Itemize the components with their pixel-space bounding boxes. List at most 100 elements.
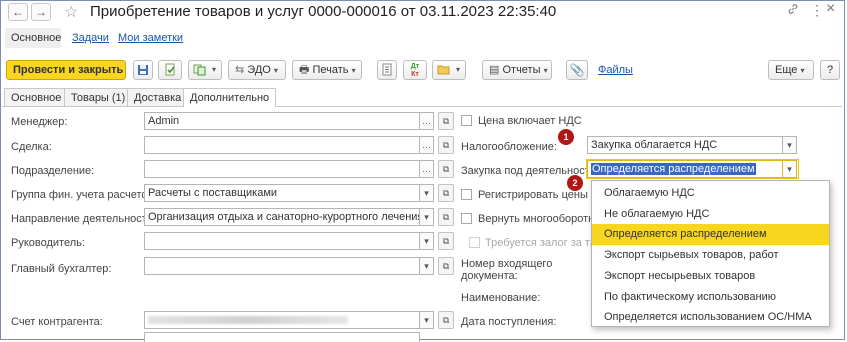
- department-open-button[interactable]: ⧉: [438, 160, 454, 178]
- register-prices-label: Регистрировать цены пос: [478, 189, 609, 201]
- return-reusable-label: Вернуть многооборотнук: [478, 213, 605, 225]
- more-label: Еще: [775, 64, 798, 76]
- activity-direction-open-button[interactable]: ⧉: [438, 208, 454, 226]
- dropdown-item-fixed-assets-use[interactable]: Определяется использованием ОС/НМА: [592, 307, 829, 328]
- link-icon[interactable]: [787, 3, 799, 18]
- reports-icon: ▤: [489, 64, 500, 76]
- head-field[interactable]: [144, 232, 420, 250]
- deal-field[interactable]: [144, 136, 420, 154]
- attachments-button[interactable]: 📎: [566, 60, 588, 80]
- counterparty-account-select-button[interactable]: ▾: [420, 311, 434, 329]
- register-prices-checkbox[interactable]: [461, 189, 472, 200]
- name-label: Наименование:: [461, 292, 541, 304]
- activity-direction-field[interactable]: Организация отдыха и санаторно-курортног…: [144, 208, 420, 226]
- activity-dropdown-list: Облагаемую НДС Не облагаемую НДС Определ…: [591, 180, 830, 327]
- back-button[interactable]: ←: [8, 3, 28, 21]
- more-button[interactable]: Еще ▾: [768, 60, 814, 80]
- taxation-select-button[interactable]: ▾: [783, 136, 797, 154]
- tabs-baseline: [2, 106, 842, 107]
- dropdown-item-by-distribution[interactable]: Определяется распределением: [592, 224, 829, 245]
- post-document-icon: [165, 63, 175, 76]
- fin-group-label: Группа фин. учета расчетов:: [11, 189, 157, 201]
- blurred-account-value: [148, 316, 348, 324]
- dt-kt-button[interactable]: Дт Кт: [403, 60, 427, 80]
- tab-additional[interactable]: Дополнительно: [183, 88, 277, 107]
- top-tab-notes[interactable]: Мои заметки: [118, 32, 183, 44]
- fin-group-open-button[interactable]: ⧉: [438, 184, 454, 202]
- activity-select-button[interactable]: ▾: [783, 160, 797, 178]
- printer-icon: 🖶: [299, 64, 310, 76]
- taxation-field[interactable]: Закупка облагается НДС: [587, 136, 783, 154]
- edo-button[interactable]: ⇆ ЭДО ▾: [228, 60, 286, 80]
- create-based-icon: [193, 64, 206, 76]
- incoming-number-label: Номер входящего документа:: [461, 258, 553, 282]
- files-link[interactable]: Файлы: [598, 64, 633, 76]
- deposit-required-label: Требуется залог за тару: [485, 237, 608, 249]
- deal-open-button[interactable]: ⧉: [438, 136, 454, 154]
- fin-group-field[interactable]: Расчеты с поставщиками: [144, 184, 420, 202]
- next-field-partial: [144, 332, 420, 342]
- tab-delivery[interactable]: Доставка: [127, 88, 189, 106]
- manager-select-button[interactable]: …: [420, 112, 434, 130]
- dt-kt-icon: Дт Кт: [410, 63, 420, 78]
- department-select-button[interactable]: …: [420, 160, 434, 178]
- manager-open-button[interactable]: ⧉: [438, 112, 454, 130]
- document-structure-button[interactable]: [377, 60, 397, 80]
- top-tab-main[interactable]: Основное: [11, 32, 61, 44]
- forward-button[interactable]: →: [31, 3, 51, 21]
- help-button[interactable]: ?: [820, 60, 840, 80]
- save-button[interactable]: [133, 60, 153, 80]
- print-button[interactable]: 🖶 Печать ▾: [292, 60, 362, 80]
- activity-field[interactable]: Определяется распределением: [587, 160, 783, 178]
- chevron-down-icon: ▾: [351, 66, 356, 75]
- top-tab-tasks[interactable]: Задачи: [72, 32, 109, 44]
- counterparty-account-open-button[interactable]: ⧉: [438, 311, 454, 329]
- paperclip-icon: 📎: [569, 63, 585, 77]
- favorite-star-icon[interactable]: ☆: [64, 2, 78, 22]
- chief-accountant-open-button[interactable]: ⧉: [438, 257, 454, 275]
- manager-label: Менеджер:: [11, 116, 68, 128]
- dropdown-item-non-taxable[interactable]: Не облагаемую НДС: [592, 204, 829, 225]
- price-includes-vat-checkbox[interactable]: [461, 115, 472, 126]
- edo-label: ЭДО: [247, 64, 271, 76]
- head-open-button[interactable]: ⧉: [438, 232, 454, 250]
- taxation-label: Налогообложение:: [461, 141, 557, 153]
- close-icon[interactable]: ×: [826, 0, 835, 18]
- dropdown-item-export-non-raw[interactable]: Экспорт несырьевых товаров: [592, 266, 829, 287]
- create-based-on-button[interactable]: ▾: [188, 60, 222, 80]
- post-button[interactable]: [158, 60, 182, 80]
- head-select-button[interactable]: ▾: [420, 232, 434, 250]
- deal-select-button[interactable]: …: [420, 136, 434, 154]
- activity-direction-label: Направление деятельности:: [11, 213, 157, 225]
- more-menu-icon[interactable]: ⋮: [810, 2, 824, 19]
- chief-accountant-label: Главный бухгалтер:: [11, 263, 112, 275]
- dropdown-item-actual-use[interactable]: По фактическому использованию: [592, 287, 829, 308]
- chevron-down-icon: ▾: [456, 65, 461, 74]
- chief-accountant-select-button[interactable]: ▾: [420, 257, 434, 275]
- chevron-down-icon: ▾: [273, 66, 278, 75]
- reports-label: Отчеты: [502, 64, 541, 76]
- department-field[interactable]: [144, 160, 420, 178]
- receipt-date-label: Дата поступления:: [461, 316, 557, 328]
- counterparty-account-label: Счет контрагента:: [11, 316, 103, 328]
- dropdown-item-export-raw[interactable]: Экспорт сырьевых товаров, работ: [592, 245, 829, 266]
- edo-icon: ⇆: [235, 64, 245, 76]
- chief-accountant-field[interactable]: [144, 257, 420, 275]
- related-docs-button[interactable]: ▾: [432, 60, 466, 80]
- tab-goods[interactable]: Товары (1): [64, 88, 133, 106]
- save-icon: [138, 65, 148, 75]
- fin-group-select-button[interactable]: ▾: [420, 184, 434, 202]
- tab-main[interactable]: Основное: [4, 88, 69, 106]
- activity-direction-select-button[interactable]: ▾: [420, 208, 434, 226]
- activity-field-selection: Определяется распределением: [591, 163, 756, 175]
- return-reusable-checkbox[interactable]: [461, 213, 472, 224]
- manager-field[interactable]: Admin: [144, 112, 420, 130]
- post-and-close-button[interactable]: Провести и закрыть: [6, 60, 126, 80]
- dropdown-item-taxable[interactable]: Облагаемую НДС: [592, 183, 829, 204]
- annotation-badge-1: 1: [558, 129, 574, 145]
- counterparty-account-field[interactable]: [144, 311, 420, 329]
- reports-button[interactable]: ▤ Отчеты ▾: [482, 60, 552, 80]
- deal-label: Сделка:: [11, 141, 52, 153]
- deposit-required-checkbox[interactable]: [469, 237, 480, 248]
- print-label: Печать: [312, 64, 349, 76]
